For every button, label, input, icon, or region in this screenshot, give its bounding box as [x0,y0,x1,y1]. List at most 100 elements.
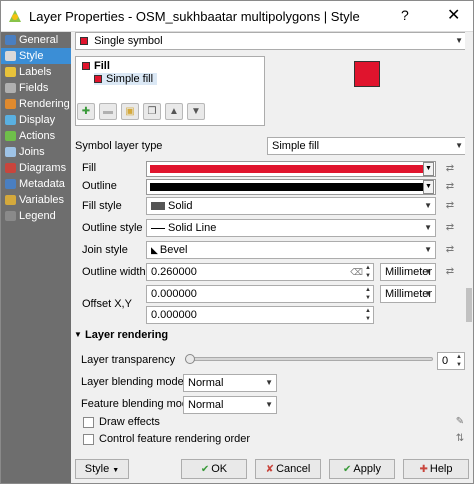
sidebar: General Style Labels Fields Rendering Di… [1,32,71,483]
properties-scrollbar[interactable] [465,32,473,324]
scroll-thumb[interactable] [466,288,472,322]
join-style-select[interactable]: ◣ Bevel ▼ [146,241,436,259]
sidebar-item-label: Style [19,50,44,62]
sidebar-item-actions[interactable]: Actions [1,128,71,144]
layer-transparency-input[interactable]: 0 ▲ ▼ [437,352,465,370]
move-up-button[interactable]: ▲ [165,103,183,120]
spin-down-icon[interactable]: ▼ [365,294,371,302]
spin-down-icon[interactable]: ▼ [456,361,462,369]
outline-width-input[interactable]: 0.260000 ⌫ ▲ ▼ [146,263,374,281]
fill-style-select[interactable]: Solid ▼ [146,197,436,215]
control-order-label: Control feature rendering order [99,433,251,445]
info-icon [5,35,16,45]
sidebar-item-label: Joins [19,146,45,158]
renderer-select[interactable]: Single symbol ▼ [75,32,467,50]
sidebar-item-metadata[interactable]: Metadata [1,176,71,192]
offset-unit-select[interactable]: Millimeter ▼ [380,285,436,303]
chevron-down-icon: ▼ [424,267,432,276]
effects-settings-icon[interactable]: ✎ [453,416,467,428]
qgis-app-icon [9,10,21,22]
offset-y-input[interactable]: 0.000000 ▲ ▼ [146,306,374,324]
add-layer-button[interactable]: ✚ [77,103,95,120]
actions-icon [5,131,16,141]
spin-up-icon[interactable]: ▲ [365,307,371,315]
duplicate-icon: ❐ [147,106,157,117]
control-order-checkbox[interactable] [83,434,94,445]
spin-up-icon[interactable]: ▲ [456,353,462,361]
lock-layer-button[interactable]: ▣ [121,103,139,120]
tree-item-simple-fill[interactable]: Simple fill [94,73,158,85]
outline-style-label: Outline style [82,222,143,234]
spin-up-icon[interactable]: ▲ [365,286,371,294]
sidebar-item-legend[interactable]: Legend [1,208,71,224]
sidebar-item-label: Actions [19,130,56,142]
chevron-down-icon: ▼ [455,36,463,45]
single-symbol-icon [80,37,88,46]
chevron-down-icon: ▼ [265,400,273,409]
symbol-layer-type-label: Symbol layer type [75,140,163,152]
clear-icon[interactable]: ⌫ [350,264,363,280]
duplicate-layer-button[interactable]: ❐ [143,103,161,120]
remove-layer-button[interactable]: ▬ [99,103,117,120]
sidebar-item-labels[interactable]: Labels [1,64,71,80]
sidebar-item-general[interactable]: General [1,32,71,48]
fill-label: Fill [82,162,97,174]
slider-handle[interactable] [185,354,195,364]
collapse-triangle-icon: ▼ [74,330,82,339]
help-icon: ✚ [419,464,428,475]
data-defined-override-icon[interactable]: ⇄ [443,244,457,256]
tree-item-fill[interactable]: Fill [82,60,110,72]
fill-color-dropdown[interactable]: ▼ [423,162,434,176]
spin-down-icon[interactable]: ▼ [365,315,371,323]
cancel-button[interactable]: ✘ Cancel [255,459,321,479]
sidebar-item-rendering[interactable]: Rendering [1,96,71,112]
data-defined-override-icon[interactable]: ⇄ [443,200,457,212]
data-defined-override-icon[interactable]: ⇄ [443,266,457,278]
help-button[interactable]: ✚ Help [403,459,469,479]
sidebar-item-style[interactable]: Style [1,48,71,64]
offset-label: Offset X,Y [82,298,132,310]
outline-style-select[interactable]: Solid Line ▼ [146,219,436,237]
layer-transparency-slider[interactable] [185,357,433,361]
data-defined-override-icon[interactable]: ⇄ [443,181,457,193]
sidebar-item-display[interactable]: Display [1,112,71,128]
data-defined-override-icon[interactable]: ⇄ [443,222,457,234]
chevron-down-icon: ▼ [424,245,432,254]
draw-effects-checkbox[interactable] [83,417,94,428]
sidebar-item-label: Variables [19,194,65,206]
data-defined-override-icon[interactable]: ⇄ [443,163,457,175]
bevel-join-icon: ◣ [151,245,158,255]
layer-blending-select[interactable]: Normal ▼ [183,374,277,392]
order-settings-icon[interactable]: ⇅ [453,433,467,445]
help-icon[interactable]: ? [401,7,409,23]
fill-color-button[interactable] [146,161,436,177]
layer-properties-dialog: Layer Properties - OSM_sukhbaatar multip… [0,0,474,484]
chevron-down-icon: ▼ [455,141,463,150]
move-down-button[interactable]: ▼ [187,103,205,120]
apply-button[interactable]: ✔ Apply [329,459,395,479]
symbol-layer-type-select[interactable]: Simple fill ▼ [267,137,467,155]
cancel-icon: ✘ [265,464,275,475]
offset-x-input[interactable]: 0.000000 ▲ ▼ [146,285,374,303]
close-icon[interactable]: ✕ [447,5,460,25]
renderer-select-value: Single symbol [94,35,163,47]
sidebar-item-label: Legend [19,210,56,222]
sidebar-item-joins[interactable]: Joins [1,144,71,160]
layer-rendering-header[interactable]: ▼ Layer rendering [71,326,473,344]
feature-blending-select[interactable]: Normal ▼ [183,396,277,414]
outline-color-dropdown[interactable]: ▼ [423,180,434,194]
sidebar-item-fields[interactable]: Fields [1,80,71,96]
style-menu-button[interactable]: Style ▼ [75,459,129,479]
solid-pattern-icon [151,202,165,211]
solid-line-icon [151,227,165,229]
sidebar-item-variables[interactable]: Variables [1,192,71,208]
spin-up-icon[interactable]: ▲ [365,264,371,272]
arrow-down-icon: ▼ [191,106,201,117]
outline-color-button[interactable] [146,179,436,195]
fill-swatch-icon [82,62,90,71]
ok-button[interactable]: ✔ OK [181,459,247,479]
spin-down-icon[interactable]: ▼ [365,272,371,280]
outline-width-unit-select[interactable]: Millimeter ▼ [380,263,436,281]
sidebar-item-diagrams[interactable]: Diagrams [1,160,71,176]
labels-icon [5,67,16,77]
